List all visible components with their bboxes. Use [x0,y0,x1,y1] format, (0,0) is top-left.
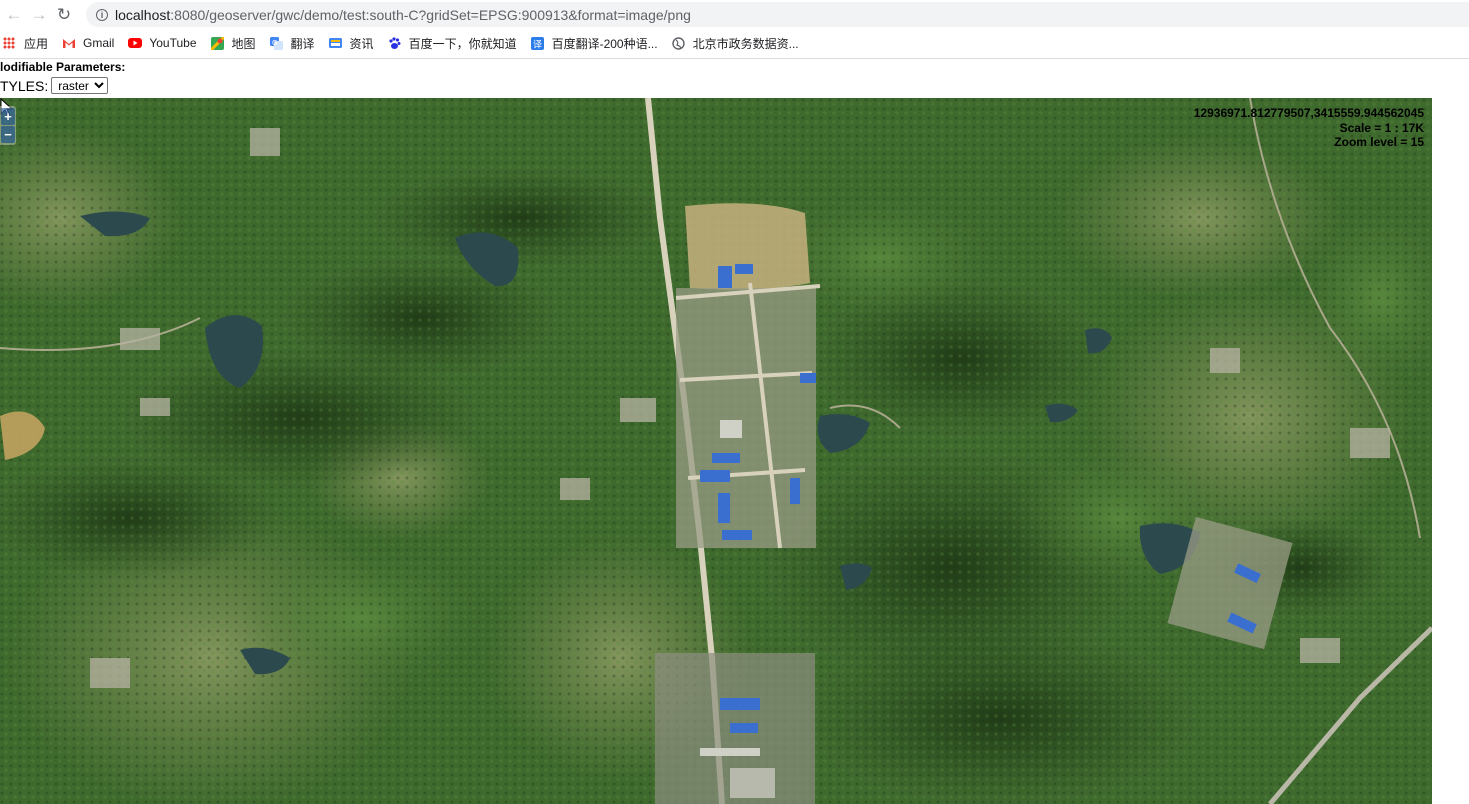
url-text[interactable]: localhost:8080/geoserver/gwc/demo/test:s… [115,7,691,23]
modifiable-parameters-heading: lodifiable Parameters: [0,60,126,74]
bookmark-maps[interactable]: 地图 [211,35,256,52]
baidu-translate-icon: 译 [531,36,545,50]
forward-arrow-icon[interactable]: → [28,4,50,26]
address-bar[interactable]: i localhost:8080/geoserver/gwc/demo/test… [86,2,1469,27]
bookmarks-bar: 应用 Gmail YouTube 地图 G 翻译 资讯 百度一下，你就知道 译 … [0,31,1469,55]
zoom-control: + − [0,106,16,145]
styles-select[interactable]: raster [51,77,109,94]
baidu-paw-icon [388,36,402,50]
svg-text:G: G [272,39,277,47]
satellite-imagery [0,98,1432,804]
apps-grid-icon [3,37,15,49]
bookmark-apps[interactable]: 应用 [0,35,48,52]
mouse-coordinates: 12936971.812779507,3415559.944562045 [1193,106,1424,120]
bookmark-translate[interactable]: G 翻译 [270,35,315,52]
browser-toolbar: ← → ↻ i localhost:8080/geoserver/gwc/dem… [0,0,1469,29]
translate-icon: G [270,36,284,50]
zoom-level-readout: Zoom level = 15 [1334,135,1424,149]
back-arrow-icon[interactable]: ← [3,4,25,26]
globe-icon [672,36,686,50]
scale-readout: Scale = 1 : 17K [1339,120,1424,135]
reload-icon[interactable]: ↻ [53,4,75,26]
svg-text:译: 译 [533,39,542,50]
map-viewport[interactable] [0,98,1432,804]
styles-row: TYLES: raster [0,77,109,94]
youtube-icon [128,36,143,50]
styles-label: TYLES: [0,77,49,94]
map-info-overlay: 12936971.812779507,3415559.944562045 Sca… [1194,106,1424,150]
zoom-out-button[interactable]: − [1,126,15,143]
maps-icon [211,36,225,50]
zoom-in-button[interactable]: + [1,108,15,125]
toolbar-divider [0,58,1469,59]
info-icon[interactable]: i [96,8,108,21]
bookmark-baidu[interactable]: 百度一下，你就知道 [388,35,517,52]
bookmark-news[interactable]: 资讯 [329,35,374,52]
bookmark-youtube[interactable]: YouTube [128,36,197,50]
gmail-icon [62,36,76,50]
news-icon [329,36,343,50]
bookmark-beijing-data[interactable]: 北京市政务数据资... [672,35,799,52]
bookmark-baidu-translate[interactable]: 译 百度翻译-200种语... [531,35,658,52]
bookmark-gmail[interactable]: Gmail [62,36,114,50]
